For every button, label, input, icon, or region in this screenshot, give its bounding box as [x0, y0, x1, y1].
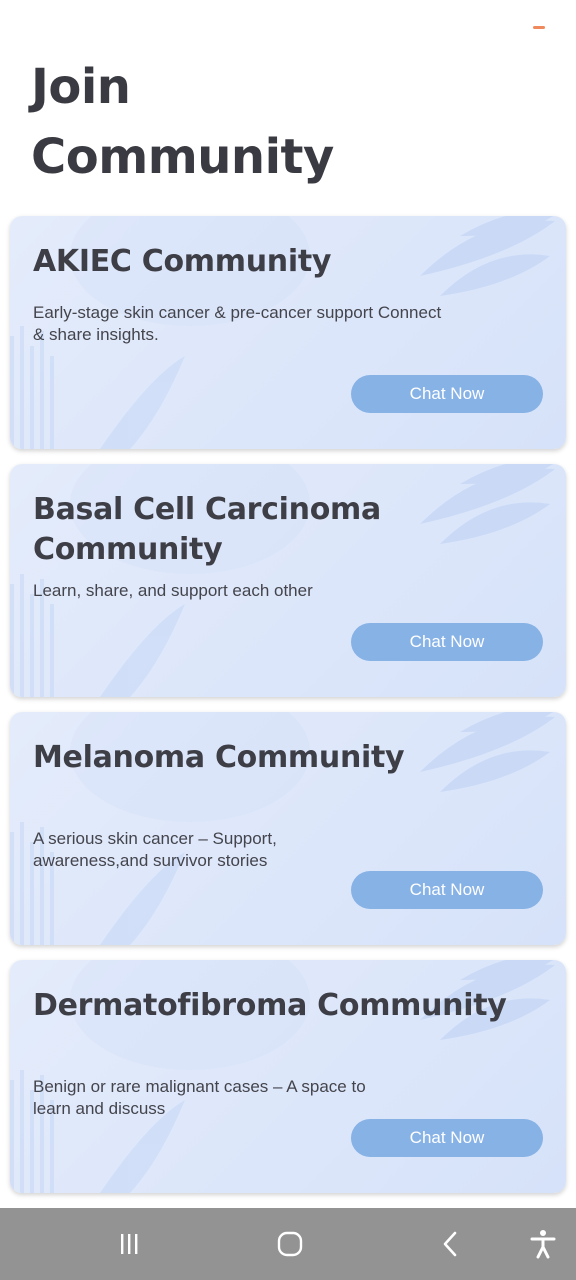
page-title-line-1: Join [31, 59, 131, 115]
card-description: Learn, share, and support each other [33, 581, 313, 600]
page-title: Join Community [31, 52, 511, 192]
card-title: AKIEC Community [33, 244, 332, 279]
community-card-melanoma: Melanoma Community A serious skin cancer… [10, 712, 566, 945]
community-card-basal-cell-carcinoma: Basal Cell Carcinoma Community Learn, sh… [10, 464, 566, 697]
card-description: A serious skin cancer – Support, awarene… [33, 829, 277, 870]
status-indicator [533, 26, 545, 29]
community-card-akiec: AKIEC Community Early-stage skin cancer … [10, 216, 566, 449]
accessibility-icon[interactable] [525, 1226, 561, 1262]
chat-now-button[interactable]: Chat Now [351, 871, 543, 909]
chat-now-button[interactable]: Chat Now [351, 375, 543, 413]
recent-apps-icon[interactable] [111, 1226, 147, 1262]
card-description: Early-stage skin cancer & pre-cancer sup… [33, 303, 442, 344]
chat-now-button[interactable]: Chat Now [351, 1119, 543, 1157]
card-description: Benign or rare malignant cases – A space… [33, 1077, 366, 1118]
card-title: Dermatofibroma Community [33, 988, 507, 1023]
system-navigation-bar [0, 1208, 576, 1280]
community-card-dermatofibroma: Dermatofibroma Community Benign or rare … [10, 960, 566, 1193]
back-icon[interactable] [433, 1226, 469, 1262]
home-icon[interactable] [272, 1226, 308, 1262]
page-title-line-2: Community [31, 129, 334, 185]
card-title: Basal Cell Carcinoma Community [33, 492, 381, 567]
chat-now-button[interactable]: Chat Now [351, 623, 543, 661]
card-title: Melanoma Community [33, 740, 405, 775]
